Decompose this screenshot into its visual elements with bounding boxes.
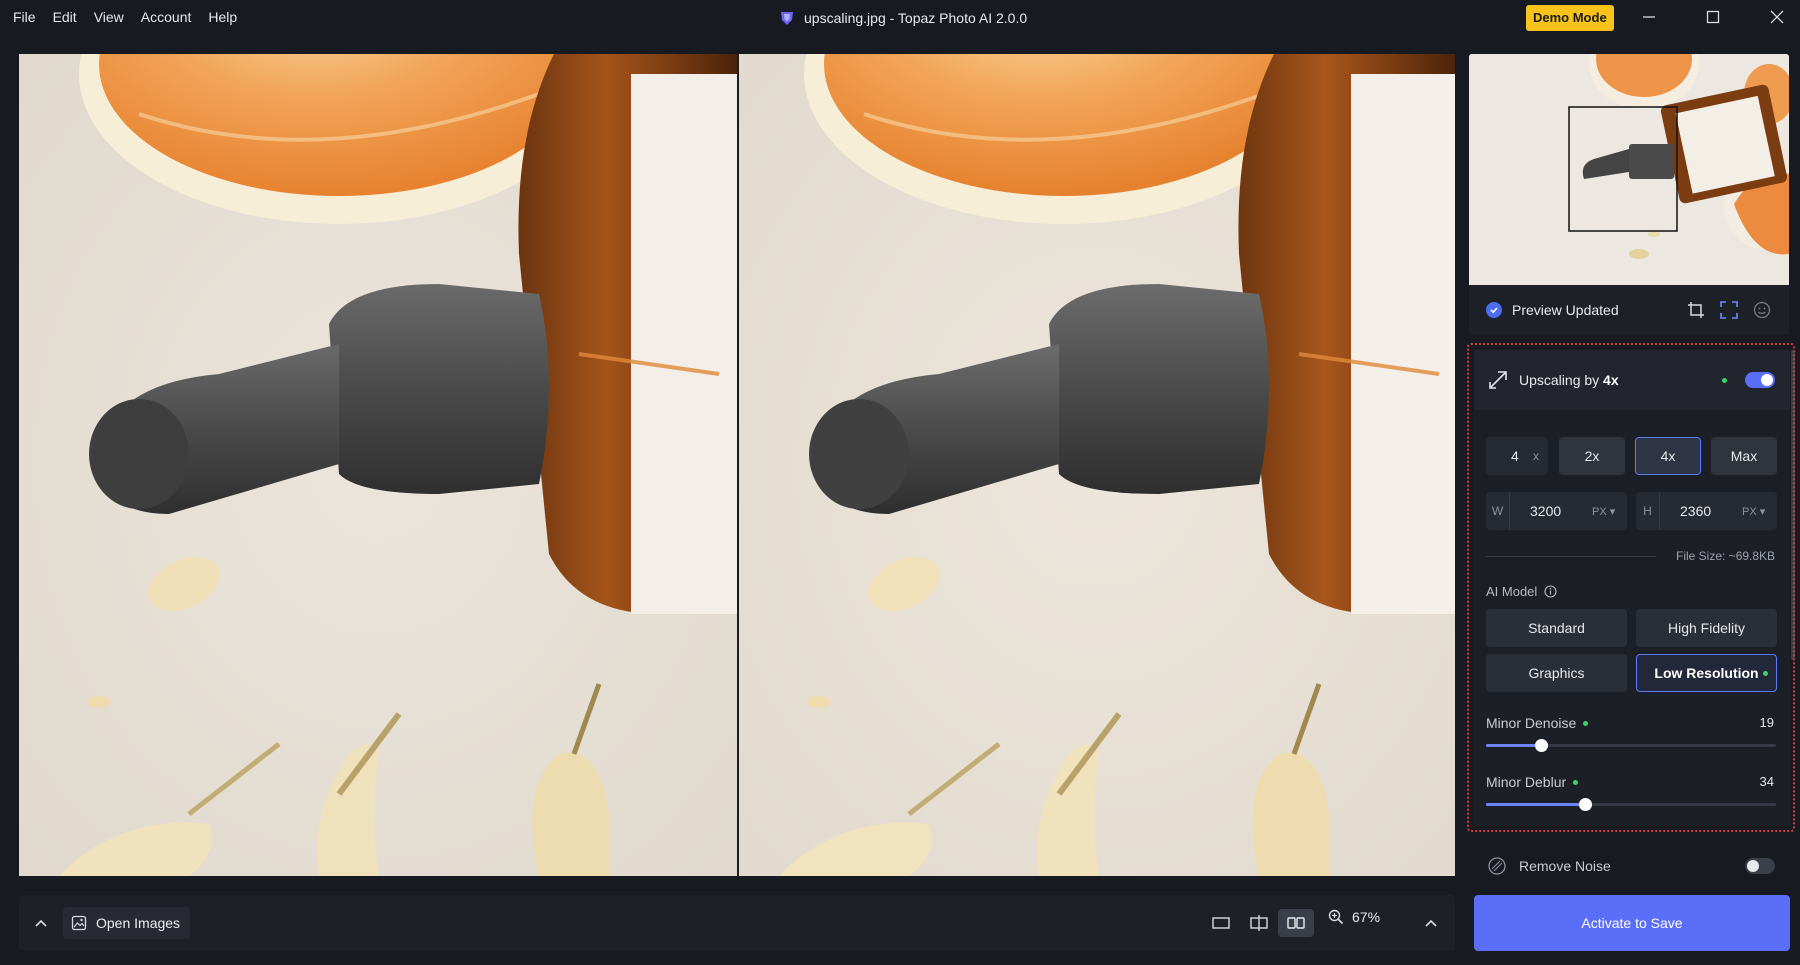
zoom-control[interactable]: 67%	[1328, 909, 1380, 925]
image-icon	[71, 915, 87, 931]
preview-status-bar: Preview Updated	[1469, 285, 1789, 335]
upscaled-image	[739, 54, 1455, 876]
highlight-outline	[1467, 343, 1795, 832]
side-by-side-icon	[1287, 917, 1305, 929]
bottom-toolbar: Open Images 67%	[19, 895, 1455, 951]
expand-filmstrip-button[interactable]	[25, 907, 57, 939]
menu-file[interactable]: File	[13, 9, 36, 25]
zoom-level: 67%	[1352, 909, 1381, 925]
close-button[interactable]	[1755, 0, 1799, 34]
remove-noise-icon	[1488, 857, 1506, 875]
demo-mode-badge[interactable]: Demo Mode	[1526, 5, 1614, 31]
fullscreen-icon	[1720, 301, 1738, 319]
split-view-button[interactable]	[1241, 909, 1277, 937]
navigator-thumbnail[interactable]	[1469, 54, 1789, 285]
window-title: upscaling.jpg - Topaz Photo AI 2.0.0	[778, 9, 1027, 27]
chevron-up-icon	[35, 919, 47, 927]
crop-icon	[1688, 302, 1704, 318]
menu-help[interactable]: Help	[208, 9, 237, 25]
upscaled-preview[interactable]	[739, 54, 1455, 876]
menu-view[interactable]: View	[94, 9, 124, 25]
menu-account[interactable]: Account	[141, 9, 192, 25]
remove-noise-toggle[interactable]	[1745, 858, 1775, 874]
preview-status-text: Preview Updated	[1512, 302, 1619, 318]
maximize-icon	[1706, 10, 1720, 24]
original-preview[interactable]	[19, 54, 737, 876]
minimize-icon	[1643, 16, 1655, 18]
chevron-up-icon	[1425, 919, 1437, 927]
window-title-text: upscaling.jpg - Topaz Photo AI 2.0.0	[804, 10, 1028, 26]
activate-to-save-button[interactable]: Activate to Save	[1474, 895, 1790, 951]
face-detection-button[interactable]	[1752, 300, 1772, 320]
check-circle-icon	[1486, 302, 1502, 318]
split-view-icon	[1250, 915, 1268, 931]
minimize-button[interactable]	[1627, 0, 1671, 34]
navigator-image	[1469, 54, 1789, 285]
topaz-logo-icon	[781, 12, 793, 25]
maximize-button[interactable]	[1691, 0, 1735, 34]
zoom-icon	[1328, 909, 1344, 925]
open-images-label: Open Images	[96, 915, 181, 931]
zoom-options-button[interactable]	[1417, 909, 1445, 937]
single-view-icon	[1212, 917, 1230, 929]
crop-button[interactable]	[1686, 300, 1706, 320]
face-icon	[1753, 301, 1771, 319]
remove-noise-row[interactable]: Remove Noise	[1474, 840, 1790, 892]
toggle-knob	[1747, 860, 1759, 872]
close-icon	[1770, 10, 1784, 24]
open-images-button[interactable]: Open Images	[63, 907, 191, 939]
menu-edit[interactable]: Edit	[53, 9, 77, 25]
original-image	[19, 54, 737, 876]
remove-noise-label: Remove Noise	[1519, 858, 1611, 874]
image-viewer[interactable]	[19, 54, 1455, 876]
side-by-side-view-button[interactable]	[1278, 909, 1314, 937]
menu-bar: File Edit View Account Help	[13, 9, 254, 25]
single-view-button[interactable]	[1203, 909, 1239, 937]
fullscreen-button[interactable]	[1719, 300, 1739, 320]
title-bar: File Edit View Account Help upscaling.jp…	[0, 0, 1800, 36]
